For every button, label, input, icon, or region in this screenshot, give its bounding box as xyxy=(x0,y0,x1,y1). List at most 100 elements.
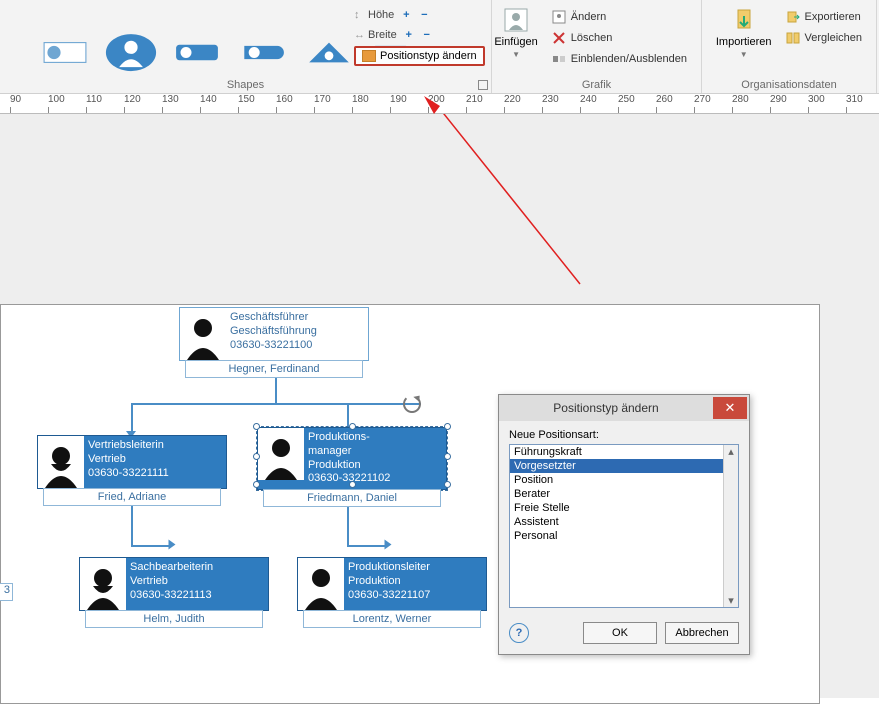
list-option[interactable]: Vorgesetzter xyxy=(510,459,738,473)
node-dept: Geschäftsführung xyxy=(230,325,317,339)
ruler-tick: 170 xyxy=(314,94,331,105)
node-title: Geschäftsführer xyxy=(230,311,317,325)
exportieren-button[interactable]: Exportieren xyxy=(786,8,863,26)
avatar xyxy=(180,308,226,360)
scrollbar[interactable]: ▴▾ xyxy=(723,445,738,607)
close-button[interactable]: ✕ xyxy=(713,397,747,419)
importieren-button[interactable]: Importieren ▼ xyxy=(710,4,778,61)
node-name: Helm, Judith xyxy=(85,610,263,628)
node-name: Lorentz, Werner xyxy=(303,610,481,628)
list-option[interactable]: Berater xyxy=(510,487,738,501)
partial-node: 3 xyxy=(0,583,13,601)
shape-option-1[interactable] xyxy=(43,35,87,69)
shape-option-3[interactable] xyxy=(175,35,219,69)
shape-option-5[interactable] xyxy=(307,35,351,69)
resize-handle[interactable] xyxy=(444,453,451,460)
dialog-label: Neue Positionsart: xyxy=(509,429,739,441)
org-node-n4[interactable]: ProduktionsleiterProduktion03630-3322110… xyxy=(297,557,487,629)
dialog-positionstyp: Positionstyp ändern ✕ Neue Positionsart:… xyxy=(498,394,750,655)
shapes-dialog-launcher[interactable] xyxy=(478,80,488,90)
avatar xyxy=(38,436,84,488)
help-button[interactable]: ? xyxy=(509,623,529,643)
avatar xyxy=(80,558,126,610)
insert-label: Einfügen xyxy=(494,36,537,48)
einblenden-button[interactable]: Einblenden/Ausblenden xyxy=(552,50,687,68)
node-name: Friedmann, Daniel xyxy=(263,489,441,507)
einblenden-label: Einblenden/Ausblenden xyxy=(571,53,687,65)
height-label: Höhe xyxy=(368,9,394,21)
node-title: Produktionsleiter xyxy=(348,561,430,575)
ruler-tick: 160 xyxy=(276,94,293,105)
ruler-tick: 220 xyxy=(504,94,521,105)
ruler-tick: 120 xyxy=(124,94,141,105)
group-orgdata: Importieren ▼ Exportieren Vergleichen Or… xyxy=(702,0,877,93)
list-option[interactable]: Freie Stelle xyxy=(510,501,738,515)
resize-handle[interactable] xyxy=(253,423,260,430)
ruler-tick: 280 xyxy=(732,94,749,105)
resize-handle[interactable] xyxy=(253,481,260,488)
node-title: Vertriebsleiterin xyxy=(88,439,169,453)
resize-handle[interactable] xyxy=(349,423,356,430)
loeschen-button[interactable]: Löschen xyxy=(552,29,687,47)
node-phone: 03630-33221100 xyxy=(230,339,317,353)
width-minus[interactable]: − xyxy=(421,29,433,41)
resize-handle[interactable] xyxy=(349,481,356,488)
height-plus[interactable]: + xyxy=(400,9,412,21)
avatar xyxy=(298,558,344,610)
group-grafik: Einfügen ▼ Ändern Löschen Einblenden/Aus… xyxy=(492,0,702,93)
dialog-titlebar[interactable]: Positionstyp ändern ✕ xyxy=(499,395,749,421)
ruler-tick: 260 xyxy=(656,94,673,105)
list-option[interactable]: Assistent xyxy=(510,515,738,529)
org-node-n3[interactable]: SachbearbeiterinVertrieb03630-33221113 H… xyxy=(79,557,269,629)
node-dept: Produktion xyxy=(308,459,390,473)
org-node-ceo[interactable]: GeschäftsführerGeschäftsführung03630-332… xyxy=(179,307,369,379)
ruler-tick: 150 xyxy=(238,94,255,105)
positionstyp-icon xyxy=(362,50,376,62)
ruler-tick: 230 xyxy=(542,94,559,105)
width-label: Breite xyxy=(368,29,397,41)
positionstyp-button[interactable]: Positionstyp ändern xyxy=(354,46,485,66)
node-name: Hegner, Ferdinand xyxy=(185,360,363,378)
org-node-n2-selected[interactable]: Produktions- managerProduktion03630-3322… xyxy=(257,427,447,508)
height-minus[interactable]: − xyxy=(418,9,430,21)
ruler-tick: 300 xyxy=(808,94,825,105)
loeschen-label: Löschen xyxy=(571,32,613,44)
ruler-tick: 110 xyxy=(86,94,102,105)
ruler-tick: 240 xyxy=(580,94,597,105)
node-dept: Vertrieb xyxy=(130,575,213,589)
resize-handle[interactable] xyxy=(444,481,451,488)
list-option[interactable]: Position xyxy=(510,473,738,487)
aendern-button[interactable]: Ändern xyxy=(552,8,687,26)
dialog-title: Positionstyp ändern xyxy=(499,401,713,415)
insert-button[interactable]: Einfügen ▼ xyxy=(488,4,543,61)
ruler: 9010011012013014015016017018019020021022… xyxy=(0,94,879,114)
node-name: Fried, Adriane xyxy=(43,488,221,506)
ruler-tick: 180 xyxy=(352,94,369,105)
resize-handle[interactable] xyxy=(253,453,260,460)
node-phone: 03630-33221111 xyxy=(88,467,169,481)
group-label-grafik: Grafik xyxy=(492,79,701,91)
ruler-tick: 250 xyxy=(618,94,635,105)
height-control: ↕ Höhe + − xyxy=(354,6,485,24)
position-listbox[interactable]: FührungskraftVorgesetzterPositionBerater… xyxy=(509,444,739,608)
group-label-shapes: Shapes xyxy=(227,79,264,91)
cancel-button[interactable]: Abbrechen xyxy=(665,622,739,644)
ruler-tick: 190 xyxy=(390,94,407,105)
shape-option-4[interactable] xyxy=(241,35,285,69)
list-option[interactable]: Führungskraft xyxy=(510,445,738,459)
ok-button[interactable]: OK xyxy=(583,622,657,644)
width-plus[interactable]: + xyxy=(403,29,415,41)
ruler-tick: 200 xyxy=(428,94,445,105)
org-node-n1[interactable]: VertriebsleiterinVertrieb03630-33221111 … xyxy=(37,435,227,507)
vergleichen-button[interactable]: Vergleichen xyxy=(786,29,863,47)
exportieren-label: Exportieren xyxy=(805,11,861,23)
rotate-handle-icon[interactable] xyxy=(403,395,421,413)
resize-handle[interactable] xyxy=(444,423,451,430)
node-phone: 03630-33221107 xyxy=(348,589,430,603)
aendern-label: Ändern xyxy=(571,11,606,23)
ruler-tick: 100 xyxy=(48,94,65,105)
group-label-orgdata: Organisationsdaten xyxy=(702,79,876,91)
shape-option-2[interactable] xyxy=(104,32,157,73)
avatar xyxy=(258,428,304,480)
list-option[interactable]: Personal xyxy=(510,529,738,543)
